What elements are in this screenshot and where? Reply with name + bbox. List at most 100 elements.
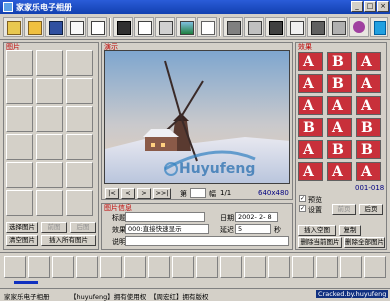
effect-thumb[interactable]: B [298,118,323,137]
last-frame-button[interactable]: >>| [153,188,171,199]
next-picture-button[interactable]: 后图 [70,222,96,233]
thumb-slot[interactable] [244,256,266,278]
status-bar: 家家乐电子相册 【huyufeng】拥有使用权 【周宏红】拥有版权 Cracke… [0,288,390,301]
thumb-slot[interactable] [100,256,122,278]
effect-thumb[interactable]: A [298,96,323,115]
thumb-slot[interactable] [172,256,194,278]
note-input[interactable] [125,236,289,246]
picture-button[interactable] [155,17,175,37]
thumb-slot[interactable] [268,256,290,278]
document-button[interactable] [197,17,217,37]
thumb-slot[interactable] [196,256,218,278]
date-picker[interactable]: 2002- 2- 8 [235,212,278,222]
scroll-icon [227,21,241,35]
thumb-slot[interactable] [76,256,98,278]
effect-thumb[interactable]: A [356,162,381,181]
picture-slot[interactable] [66,78,93,104]
scroll-thumb[interactable] [14,281,38,284]
clear-pictures-button[interactable]: 清空图片 [6,235,38,246]
first-frame-button[interactable]: |< [105,188,119,199]
picture-slot[interactable] [36,134,63,160]
new-album-button[interactable] [3,17,23,37]
thumb-slot[interactable] [292,256,314,278]
thumb-slot[interactable] [364,256,386,278]
brush-button[interactable] [286,17,306,37]
effect-thumb[interactable]: A [298,140,323,159]
exit-button[interactable] [370,17,388,37]
picture-slot[interactable] [6,78,33,104]
select-picture-button[interactable]: 选择图片 [6,222,38,233]
preview-checkbox[interactable]: ✓ [299,195,306,202]
effect-thumb[interactable]: A [327,162,352,181]
effect-thumb[interactable]: A [327,96,352,115]
effect-thumb[interactable]: A [298,52,323,71]
picture-slot[interactable] [36,106,63,132]
thumb-slot[interactable] [124,256,146,278]
help-button[interactable] [349,17,369,37]
picture-slot[interactable] [36,162,63,188]
title-input[interactable] [125,212,205,222]
copy-button[interactable] [87,17,107,37]
delay-input[interactable]: 5 [235,224,271,234]
picture-slot[interactable] [66,162,93,188]
page-input[interactable] [190,188,206,198]
effect-thumb[interactable]: B [356,118,381,137]
effect-select[interactable]: 000:直接快速显示 [125,224,209,234]
picture-slot[interactable] [6,190,33,216]
effect-thumb[interactable]: A [327,118,352,137]
next-frame-button[interactable]: > [137,188,151,199]
page-button[interactable] [134,17,154,37]
effect-thumb[interactable]: B [327,52,352,71]
frame-label: 幅 [209,190,216,198]
maximize-button[interactable]: □ [364,1,376,12]
delete-current-button[interactable]: 删除当前图片 [298,237,342,248]
filmstrip-button[interactable] [265,17,285,37]
thumb-slot[interactable] [28,256,50,278]
effects-prev-page-button[interactable]: 前页 [332,204,356,215]
prev-frame-button[interactable]: < [121,188,135,199]
set-checkbox[interactable]: ✓ [299,205,306,212]
landscape-button[interactable] [176,17,196,37]
open-button[interactable] [24,17,44,37]
picture-slot[interactable] [66,106,93,132]
picture-slot[interactable] [66,134,93,160]
thumb-slot[interactable] [4,256,26,278]
effect-thumb[interactable]: A [356,74,381,93]
camera-button[interactable] [307,17,327,37]
minimize-button[interactable]: _ [351,1,363,12]
scroll-button[interactable] [223,17,243,37]
effect-thumb[interactable]: A [356,52,381,71]
book-button[interactable] [113,17,133,37]
copy-picture-button[interactable]: 复制 [339,225,361,236]
picture-slot[interactable] [6,106,33,132]
prev-picture-button[interactable]: 前图 [41,222,67,233]
picture-slot[interactable] [66,190,93,216]
effect-thumb[interactable]: B [356,140,381,159]
effects-next-page-button[interactable]: 后页 [359,204,383,215]
effect-thumb[interactable]: B [327,140,352,159]
delete-all-button[interactable]: 删除全部图片 [344,237,385,248]
film-button[interactable] [66,17,86,37]
picture-slot[interactable] [36,190,63,216]
picture-slot[interactable] [6,50,33,76]
menu-button[interactable] [244,17,264,37]
effect-thumb[interactable]: A [298,162,323,181]
thumb-slot[interactable] [316,256,338,278]
thumb-slot[interactable] [220,256,242,278]
picture-slot[interactable] [6,162,33,188]
picture-slot[interactable] [66,50,93,76]
close-button[interactable]: × [377,1,389,12]
picture-slot[interactable] [36,78,63,104]
effect-thumb[interactable]: B [327,74,352,93]
save-button[interactable] [45,17,65,37]
thumb-slot[interactable] [52,256,74,278]
effect-thumb[interactable]: A [298,74,323,93]
picture-slot[interactable] [6,134,33,160]
insert-blank-button[interactable]: 插入空图 [298,225,336,236]
effect-thumb[interactable]: A [356,96,381,115]
picture-slot[interactable] [36,50,63,76]
settings-button[interactable] [328,17,348,37]
thumb-slot[interactable] [340,256,362,278]
thumb-slot[interactable] [148,256,170,278]
insert-all-pictures-button[interactable]: 插入所有图片 [41,235,96,246]
